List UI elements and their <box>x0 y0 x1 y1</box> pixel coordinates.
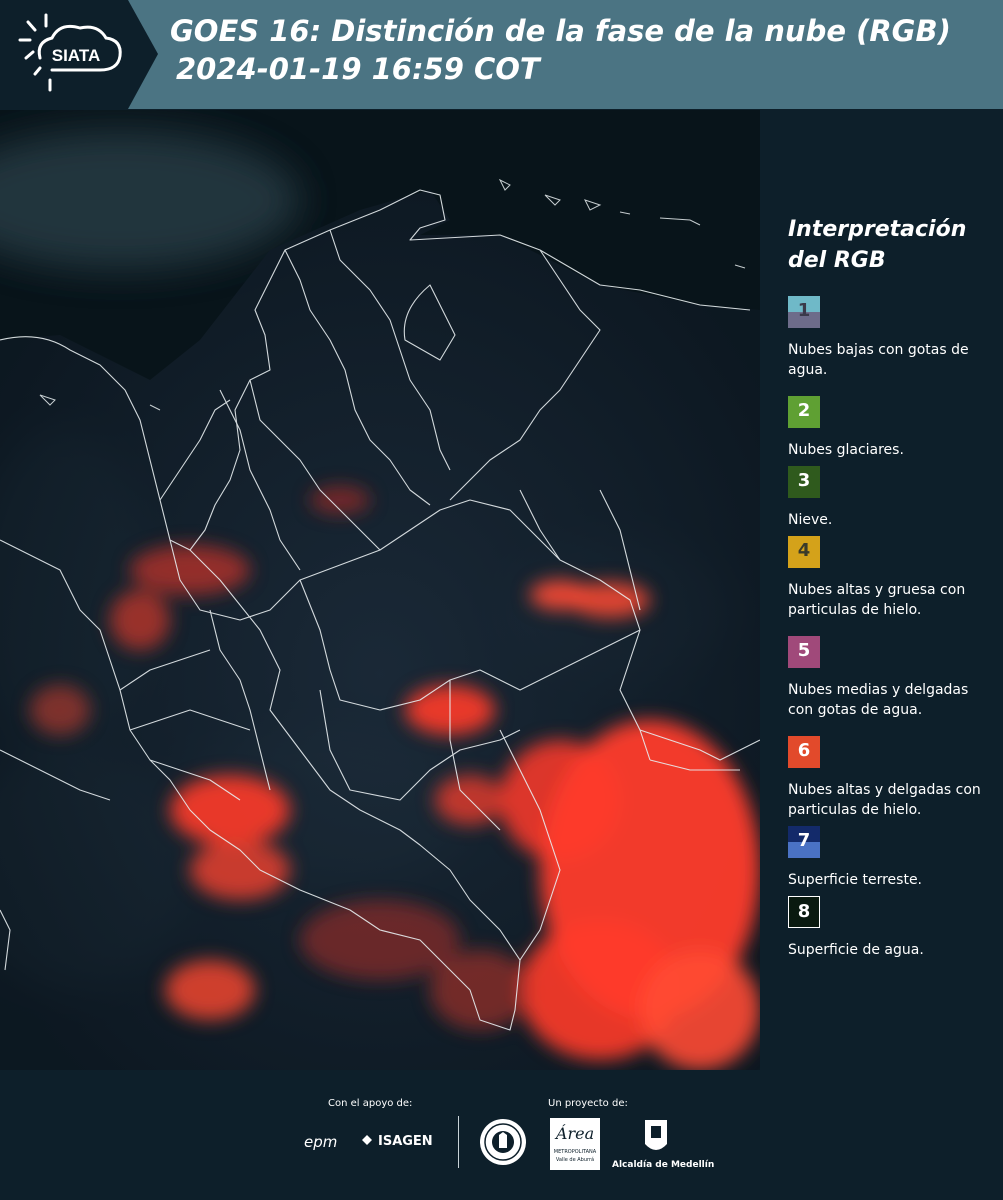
area-logo-text: Área <box>555 1124 595 1143</box>
legend-swatch: 3 <box>788 466 820 498</box>
legend-swatch: 2 <box>788 396 820 428</box>
logo-text: SIATA <box>52 46 100 65</box>
alcaldia-logo-text: Alcaldía de Medellín <box>612 1160 715 1170</box>
header: SIATA GOES 16: Distinción de la fase de … <box>0 0 1003 109</box>
siata-seal-icon <box>478 1117 528 1167</box>
project-label: Un proyecto de: <box>548 1098 628 1109</box>
legend-label: Nubes glaciares. <box>788 442 904 458</box>
page-title: GOES 16: Distinción de la fase de la nub… <box>170 12 951 88</box>
legend-swatch: 6 <box>788 736 820 768</box>
medellin-shield-icon <box>643 1118 669 1158</box>
legend-number: 7 <box>797 830 811 851</box>
satellite-map <box>0 110 760 1070</box>
legend-item: 7 Superficie terreste. <box>788 826 988 890</box>
legend-number: 3 <box>797 470 811 491</box>
legend-label: Nubes bajas con gotas de agua. <box>788 342 969 378</box>
legend-label: Nubes altas y delgadas con particulas de… <box>788 782 981 818</box>
legend-label: Nieve. <box>788 512 833 528</box>
area-logo-sub2: Valle de Aburrá <box>555 1157 595 1163</box>
legend-swatch: 7 <box>788 826 820 858</box>
legend-item: 4 Nubes altas y gruesa con particulas de … <box>788 536 988 620</box>
title-line-2: 2024-01-19 16:59 COT <box>176 52 540 86</box>
legend-swatch: 4 <box>788 536 820 568</box>
title-line-1: GOES 16: Distinción de la fase de la nub… <box>170 14 951 48</box>
legend-number: 6 <box>797 740 811 761</box>
area-logo-sub1: METROPOLITANA <box>553 1149 597 1155</box>
legend-item: 2 Nubes glaciares. <box>788 396 988 460</box>
legend-title: Interpretación del RGB <box>788 214 966 276</box>
legend-swatch: 1 <box>788 296 820 328</box>
legend-swatch: 5 <box>788 636 820 668</box>
area-metropolitana-logo: Área METROPOLITANA Valle de Aburrá <box>550 1118 600 1170</box>
epm-logo: epm <box>304 1133 338 1151</box>
legend-label: Superficie de agua. <box>788 942 924 958</box>
legend-title-line-2: del RGB <box>788 248 886 273</box>
legend-item: 5 Nubes medias y delgadas con gotas de ag… <box>788 636 988 720</box>
footer: Con el apoyo de: Un proyecto de: epm ISA… <box>0 1070 1003 1200</box>
legend-item: 1 Nubes bajas con gotas de agua. <box>788 296 988 380</box>
isagen-logo: ISAGEN <box>378 1134 433 1149</box>
legend-number: 5 <box>797 640 811 661</box>
legend-swatch: 8 <box>788 896 820 928</box>
legend-number: 4 <box>797 540 811 561</box>
isagen-icon <box>360 1132 374 1146</box>
legend-panel: Interpretación del RGB 1 Nubes bajas con … <box>760 110 1003 1070</box>
legend-item: 8 Superficie de agua. <box>788 896 988 960</box>
legend-item: 3 Nieve. <box>788 466 988 530</box>
legend-label: Nubes medias y delgadas con gotas de agu… <box>788 682 969 718</box>
map-image <box>0 110 760 1070</box>
siata-logo-panel: SIATA <box>0 0 158 109</box>
legend-number: 8 <box>797 901 811 922</box>
legend-title-line-1: Interpretación <box>788 217 967 242</box>
footer-divider <box>458 1116 459 1168</box>
legend-item: 6 Nubes altas y delgadas con particulas d… <box>788 736 988 820</box>
legend-label: Nubes altas y gruesa con particulas de h… <box>788 582 966 618</box>
legend-label: Superficie terreste. <box>788 872 923 888</box>
support-label: Con el apoyo de: <box>328 1098 413 1109</box>
legend-number: 1 <box>797 300 811 321</box>
legend-number: 2 <box>797 400 811 421</box>
